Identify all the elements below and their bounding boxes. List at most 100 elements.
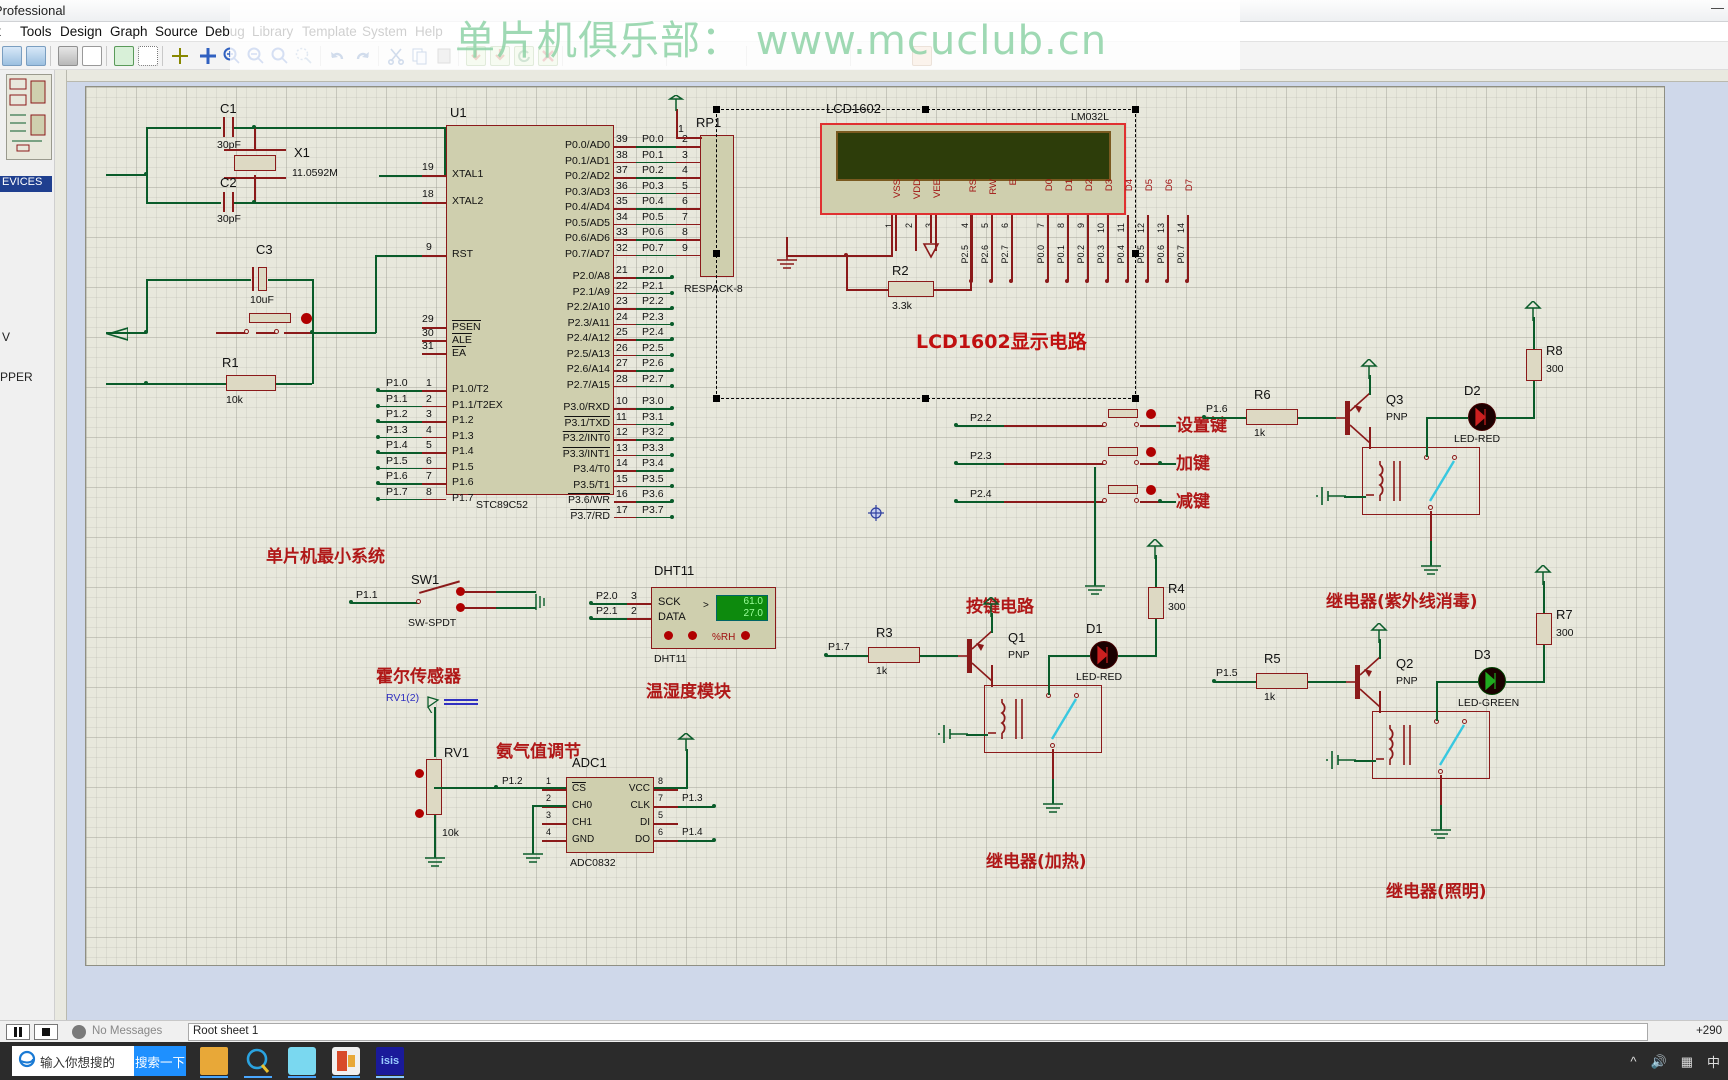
search-icon[interactable] (674, 46, 694, 66)
mcu-p1-pinnum-4: 5 (426, 439, 432, 451)
mcu-pin-P3.2/INT0: P3.2/INT0 (562, 432, 610, 444)
menu-item-graph[interactable]: Graph (110, 24, 148, 39)
menu-item-template[interactable]: Template (302, 24, 357, 39)
pan-icon[interactable] (198, 46, 218, 66)
pcb-icon[interactable] (858, 46, 878, 66)
sel-handle-tl[interactable] (713, 106, 720, 113)
paste-icon[interactable] (434, 46, 454, 66)
sel-handle-tm[interactable] (922, 106, 929, 113)
export-icon[interactable] (490, 46, 510, 66)
find-replace-icon[interactable] (698, 46, 718, 66)
cut-icon[interactable] (386, 46, 406, 66)
dht11-temperature: 27.0 (743, 608, 763, 619)
volume-icon[interactable]: 🔊 (1651, 1054, 1667, 1070)
play-icon[interactable] (594, 46, 614, 66)
schematic-canvas[interactable]: C1 30pF X1 11.0592M C2 30pF C3 10uF R1 1… (55, 70, 1728, 1020)
print-area-icon[interactable] (82, 46, 102, 66)
menu-item-system[interactable]: System (362, 24, 407, 39)
key-contact-a-1[interactable] (1102, 460, 1107, 465)
zoom-in-icon[interactable] (222, 46, 242, 66)
key-contact-a-0[interactable] (1102, 422, 1107, 427)
copy-icon[interactable] (410, 46, 430, 66)
pause-button[interactable] (6, 1024, 30, 1040)
sel-handle-bm[interactable] (922, 395, 929, 402)
relay-uv-q-ref: Q3 (1386, 392, 1404, 407)
isis-logo-icon[interactable] (912, 46, 932, 66)
key-contact-a-2[interactable] (1102, 498, 1107, 503)
key-contact-b-2[interactable] (1134, 498, 1139, 503)
stop-button[interactable] (34, 1024, 58, 1040)
export-netlist-icon[interactable] (778, 46, 798, 66)
menu-item-tools[interactable]: Tools (20, 24, 52, 39)
toolbar[interactable] (0, 42, 1728, 70)
property-icon[interactable] (642, 46, 662, 66)
office-icon[interactable] (332, 1047, 360, 1075)
import-icon[interactable] (466, 46, 486, 66)
zoom-all-icon[interactable] (270, 46, 290, 66)
media-icon[interactable] (288, 1047, 316, 1075)
sheet-name-field[interactable]: Root sheet 1 (188, 1023, 1648, 1041)
search-input[interactable]: 输入你想搜的 (40, 1052, 115, 1071)
network-icon[interactable]: ▦ (1681, 1054, 1693, 1070)
report-icon[interactable] (882, 46, 902, 66)
redo-icon[interactable] (352, 46, 372, 66)
isis-icon[interactable]: isis (376, 1047, 404, 1075)
text-style-icon[interactable] (722, 46, 742, 66)
sel-handle-tr[interactable] (1132, 106, 1139, 113)
relay-uv-rled-ref: R8 (1546, 343, 1563, 358)
wire-autoroute-icon[interactable] (618, 46, 638, 66)
mcu-p1-wire-7 (378, 498, 422, 501)
refresh-icon[interactable] (114, 46, 134, 66)
explorer-icon[interactable] (200, 1047, 228, 1075)
sel-handle-br[interactable] (1132, 395, 1139, 402)
mcu-p3-stub-5 (614, 485, 636, 488)
sel-handle-ml[interactable] (713, 250, 720, 257)
schematic-sheet[interactable]: C1 30pF X1 11.0592M C2 30pF C3 10uF R1 1… (85, 86, 1665, 966)
mcu-p0-pinnum-6: 33 (616, 226, 628, 238)
key-out-0 (1160, 425, 1176, 427)
menu-item-source[interactable]: Source (155, 24, 198, 39)
rotate-icon[interactable] (514, 46, 534, 66)
zoom-sheet-icon[interactable] (570, 46, 590, 66)
zoom-area-icon[interactable] (294, 46, 314, 66)
undo-icon[interactable] (328, 46, 348, 66)
left-tool-column[interactable]: EVICES V PPER (0, 70, 55, 1020)
search-button[interactable]: 搜索一下 (134, 1046, 186, 1076)
chevron-up-icon[interactable]: ^ (1630, 1054, 1636, 1069)
ime-indicator[interactable]: 中 (1707, 1052, 1720, 1071)
sel-handle-bl[interactable] (713, 395, 720, 402)
menu-item-debug[interactable]: Debug (205, 24, 245, 39)
menu-item-library[interactable]: Library (252, 24, 293, 39)
delete-icon[interactable] (538, 46, 558, 66)
origin-icon[interactable] (170, 46, 190, 66)
mcu-pin-P0.1/AD1: P0.1/AD1 (565, 154, 610, 167)
erc-icon[interactable] (802, 46, 822, 66)
relay-light-transistor[interactable] (1344, 651, 1400, 718)
print-icon[interactable] (58, 46, 78, 66)
menu-item-design[interactable]: Design (60, 24, 102, 39)
taskbar[interactable]: 输入你想搜的 搜索一下 isis ^ 🔊 ▦ 中 (0, 1042, 1728, 1080)
minimize-button[interactable]: — (1711, 0, 1724, 15)
status-bar[interactable]: No Messages Root sheet 1 +290 (0, 1020, 1728, 1042)
open-icon[interactable] (26, 46, 46, 66)
netlist-icon[interactable] (754, 46, 774, 66)
qq-browser-icon[interactable] (244, 1047, 272, 1075)
system-tray[interactable]: ^ 🔊 ▦ 中 (1630, 1052, 1720, 1071)
mcu-pin-P0.7/AD7: P0.7/AD7 (565, 247, 610, 260)
rv1-value: 10k (442, 827, 459, 839)
zoom-out-icon[interactable] (246, 46, 266, 66)
window-controls[interactable]: — (1711, 0, 1724, 15)
menu-item-help[interactable]: Help (415, 24, 443, 39)
key-contact-b-1[interactable] (1134, 460, 1139, 465)
relay-heat-transistor[interactable] (956, 625, 1012, 692)
mcu-p1-stub-0 (422, 390, 446, 392)
grid-toggle-icon[interactable] (138, 46, 158, 66)
bom-icon[interactable] (826, 46, 846, 66)
menu-bar[interactable]: it Tools Design Graph Source Debug Libra… (0, 22, 1728, 42)
menu-item-edit[interactable]: it (0, 24, 1, 39)
new-sheet-icon[interactable] (2, 46, 22, 66)
key-contact-b-0[interactable] (1134, 422, 1139, 427)
mcu-p0-stub-0 (614, 146, 636, 148)
relay-uv-transistor[interactable] (1334, 387, 1390, 454)
mcu-p1-net-6: P1.6 (386, 470, 408, 482)
